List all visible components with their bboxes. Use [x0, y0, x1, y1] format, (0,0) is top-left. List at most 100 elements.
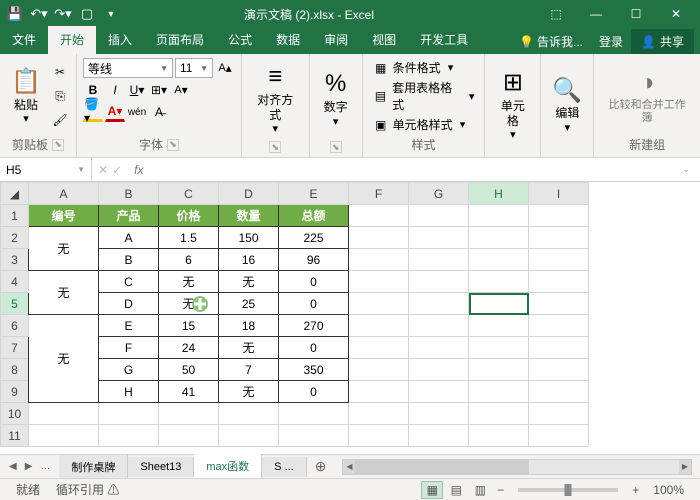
- cell[interactable]: [409, 271, 469, 293]
- table-format-button[interactable]: ▤套用表格格式 ▾: [369, 78, 479, 114]
- col-header-I[interactable]: I: [529, 183, 589, 205]
- cell[interactable]: [469, 227, 529, 249]
- cell[interactable]: [349, 293, 409, 315]
- table-header[interactable]: 总额: [279, 205, 349, 227]
- table-header[interactable]: 数量: [219, 205, 279, 227]
- close-button[interactable]: ✕: [656, 0, 696, 28]
- cell[interactable]: 25: [219, 293, 279, 315]
- cell[interactable]: [409, 205, 469, 227]
- view-page-break-button[interactable]: ▥: [469, 481, 491, 499]
- cell[interactable]: [529, 403, 589, 425]
- cell[interactable]: [469, 249, 529, 271]
- font-color-button[interactable]: A▾: [105, 102, 125, 122]
- hscroll-thumb[interactable]: [355, 460, 529, 474]
- cell[interactable]: [409, 293, 469, 315]
- cell[interactable]: 41: [159, 381, 219, 403]
- cell[interactable]: F: [99, 337, 159, 359]
- new-button[interactable]: ▢: [76, 3, 98, 25]
- cell[interactable]: [529, 227, 589, 249]
- worksheet-grid[interactable]: ◢ABCDEFGHI1编号产品价格数量总额2无A1.51502253B61696…: [0, 182, 700, 454]
- cut-button[interactable]: ✂: [50, 62, 70, 82]
- cell[interactable]: [469, 425, 529, 447]
- minimize-button[interactable]: —: [576, 0, 616, 28]
- tab-home[interactable]: 开始: [48, 26, 96, 54]
- cell[interactable]: [349, 271, 409, 293]
- cell[interactable]: [29, 425, 99, 447]
- cell[interactable]: [469, 403, 529, 425]
- cell[interactable]: 无: [29, 227, 99, 271]
- name-box[interactable]: H5▼: [0, 158, 92, 181]
- formula-input[interactable]: [149, 163, 676, 177]
- view-normal-button[interactable]: ▦: [421, 481, 443, 499]
- tell-me[interactable]: 💡告诉我...: [511, 29, 591, 54]
- share-button[interactable]: 👤共享: [631, 29, 694, 54]
- cell[interactable]: B: [99, 249, 159, 271]
- editing-button[interactable]: 🔍编辑▾: [547, 58, 587, 151]
- cell[interactable]: 6: [159, 249, 219, 271]
- fx-icon[interactable]: fx: [134, 163, 143, 177]
- tab-formula[interactable]: 公式: [216, 26, 264, 54]
- cell[interactable]: [349, 381, 409, 403]
- cell[interactable]: [99, 425, 159, 447]
- sheet-tab-2[interactable]: Sheet13: [128, 457, 194, 477]
- clear-format-button[interactable]: A̶: [149, 102, 169, 122]
- cell[interactable]: [349, 425, 409, 447]
- tab-file[interactable]: 文件: [0, 26, 48, 54]
- cell[interactable]: 无: [29, 271, 99, 315]
- hscroll-left[interactable]: ◀: [343, 460, 355, 474]
- login-button[interactable]: 登录: [591, 29, 631, 54]
- tab-view[interactable]: 视图: [360, 26, 408, 54]
- row-header-3[interactable]: 3: [1, 249, 29, 271]
- cell[interactable]: 225: [279, 227, 349, 249]
- cell[interactable]: [469, 337, 529, 359]
- italic-button[interactable]: I: [105, 80, 125, 100]
- alignment-button[interactable]: ≡对齐方式▾: [248, 58, 303, 139]
- cell[interactable]: [279, 425, 349, 447]
- cell[interactable]: H: [99, 381, 159, 403]
- cell[interactable]: [409, 403, 469, 425]
- qat-customize[interactable]: ▼: [100, 3, 122, 25]
- cell[interactable]: [349, 227, 409, 249]
- tab-data[interactable]: 数据: [264, 26, 312, 54]
- cell[interactable]: 350: [279, 359, 349, 381]
- cell[interactable]: [279, 403, 349, 425]
- cell[interactable]: [409, 425, 469, 447]
- save-button[interactable]: 💾: [4, 3, 26, 25]
- row-header-1[interactable]: 1: [1, 205, 29, 227]
- cell[interactable]: [469, 293, 529, 315]
- font-launcher[interactable]: ⬊: [167, 139, 179, 151]
- table-header[interactable]: 编号: [29, 205, 99, 227]
- cell[interactable]: 270: [279, 315, 349, 337]
- cell[interactable]: [529, 425, 589, 447]
- zoom-in-button[interactable]: +: [626, 483, 645, 497]
- cell[interactable]: [409, 381, 469, 403]
- cell[interactable]: [99, 403, 159, 425]
- horizontal-scrollbar[interactable]: ◀ ▶: [342, 459, 692, 475]
- cell[interactable]: [29, 403, 99, 425]
- copy-button[interactable]: ⎘: [50, 86, 70, 106]
- format-painter-button[interactable]: 🖌: [50, 110, 70, 130]
- cell[interactable]: G: [99, 359, 159, 381]
- clipboard-launcher[interactable]: ⬊: [52, 139, 64, 151]
- cell-style-button[interactable]: ▣单元格样式 ▾: [369, 115, 479, 134]
- sheet-tab-4[interactable]: S ...: [262, 457, 307, 477]
- border-button[interactable]: ⊞▾: [149, 80, 169, 100]
- cell[interactable]: 16: [219, 249, 279, 271]
- col-header-E[interactable]: E: [279, 183, 349, 205]
- expand-formula-bar[interactable]: ⌄: [682, 164, 690, 175]
- cell[interactable]: 15: [159, 315, 219, 337]
- cell[interactable]: [349, 337, 409, 359]
- cell[interactable]: [529, 249, 589, 271]
- cell[interactable]: 18: [219, 315, 279, 337]
- cell[interactable]: [219, 403, 279, 425]
- cell[interactable]: [409, 227, 469, 249]
- cell[interactable]: D: [99, 293, 159, 315]
- cell[interactable]: [219, 425, 279, 447]
- col-header-C[interactable]: C: [159, 183, 219, 205]
- cell[interactable]: 无: [219, 381, 279, 403]
- cell[interactable]: [349, 249, 409, 271]
- cell[interactable]: 50: [159, 359, 219, 381]
- compare-merge-button[interactable]: ◑比较和合并工作簿: [600, 58, 694, 134]
- cell[interactable]: [409, 249, 469, 271]
- col-header-H[interactable]: H: [469, 183, 529, 205]
